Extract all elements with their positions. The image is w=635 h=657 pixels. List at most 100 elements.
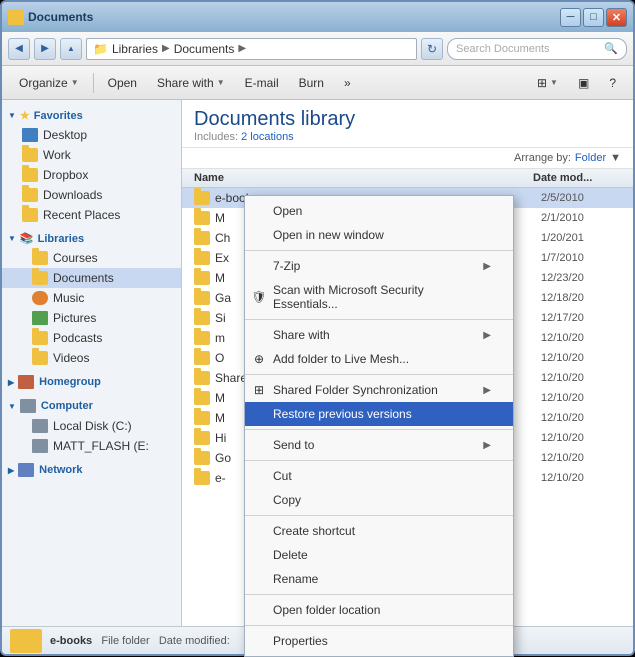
sidebar-item-downloads[interactable]: Downloads [2,185,181,205]
close-button[interactable]: ✕ [606,8,627,27]
column-header: Name Date mod... [182,169,633,188]
organize-button[interactable]: Organize ▼ [10,70,88,96]
file-folder-icon [194,291,210,305]
back-button[interactable]: ◀ [8,38,30,60]
burn-button[interactable]: Burn [290,70,333,96]
status-date-label: Date modified: [159,635,230,647]
file-date: 12/18/20 [541,292,621,304]
homegroup-label: Homegroup [39,376,101,388]
up-button[interactable]: ▲ [60,38,82,60]
breadcrumb-libraries[interactable]: Libraries [112,42,158,56]
maximize-button[interactable]: □ [583,8,604,27]
sidebar-item-music[interactable]: Music [2,288,181,308]
ctx-item-scan[interactable]: 🛡Scan with Microsoft Security Essentials… [245,278,513,316]
videos-icon [32,351,48,365]
minimize-button[interactable]: ─ [560,8,581,27]
file-folder-icon [194,191,210,205]
sidebar-favorites-header[interactable]: ▼ ★ Favorites [2,106,181,125]
sidebar-item-videos[interactable]: Videos [2,348,181,368]
sidebar-item-pictures-label: Pictures [53,311,96,325]
more-button[interactable]: » [335,70,360,96]
ctx-item-open[interactable]: Open [245,199,513,223]
recent-folder-icon [22,208,38,222]
forward-button[interactable]: ▶ [34,38,56,60]
computer-icon [20,399,36,413]
ctx-item-restore-versions[interactable]: Restore previous versions [245,402,513,426]
library-title: Documents library [194,108,621,131]
search-box[interactable]: Search Documents 🔍 [447,38,627,60]
ctx-item-open-folder-location[interactable]: Open folder location [245,598,513,622]
help-button[interactable]: ? [600,70,625,96]
email-button[interactable]: E-mail [236,70,288,96]
ctx-label-7zip: 7-Zip [273,259,300,273]
sidebar-homegroup-section: ▶ Homegroup [2,372,181,392]
sidebar-item-dropbox[interactable]: Dropbox [2,165,181,185]
file-folder-icon [194,351,210,365]
local-disk-icon [32,419,48,433]
sidebar-computer-header[interactable]: ▼ Computer [2,396,181,416]
ctx-label-open: Open [273,204,302,218]
sidebar-item-flash-label: MATT_FLASH (E: [53,439,149,453]
ctx-separator [245,429,513,430]
sidebar-libraries-header[interactable]: ▼ 📚 Libraries [2,229,181,248]
view-options-button[interactable]: ⊞ ▼ [528,70,567,96]
arrange-value[interactable]: Folder [575,152,606,164]
desktop-icon [22,128,38,142]
sidebar-homegroup-header[interactable]: ▶ Homegroup [2,372,181,392]
ctx-item-delete[interactable]: Delete [245,543,513,567]
sidebar-item-videos-label: Videos [53,351,89,365]
ctx-item-rename[interactable]: Rename [245,567,513,591]
ctx-item-copy[interactable]: Copy [245,488,513,512]
preview-icon: ▣ [578,76,589,90]
address-breadcrumb[interactable]: 📁 Libraries ▶ Documents ▶ [86,38,417,60]
documents-icon [32,271,48,285]
sidebar-item-courses[interactable]: Courses [2,248,181,268]
ctx-item-properties[interactable]: Properties [245,629,513,653]
ctx-item-send-to[interactable]: Send to▶ [245,433,513,457]
share-arrow: ▼ [217,78,225,87]
refresh-button[interactable]: ↻ [421,38,443,60]
ctx-label-add-live-mesh: Add folder to Live Mesh... [273,352,409,366]
sidebar-item-flash[interactable]: MATT_FLASH (E: [2,436,181,456]
share-with-button[interactable]: Share with ▼ [148,70,234,96]
ctx-item-add-live-mesh[interactable]: ⊕Add folder to Live Mesh... [245,347,513,371]
sidebar-item-work[interactable]: Work [2,145,181,165]
view-icon: ⊞ [537,76,547,90]
sidebar-item-pictures[interactable]: Pictures [2,308,181,328]
ctx-separator [245,625,513,626]
sidebar-item-downloads-label: Downloads [43,188,102,202]
sidebar-network-header[interactable]: ▶ Network [2,460,181,480]
ctx-item-cut[interactable]: Cut [245,464,513,488]
sidebar: ▼ ★ Favorites Desktop Work Dropbox [2,100,182,626]
ctx-item-7zip[interactable]: 7-Zip▶ [245,254,513,278]
sidebar-item-local-disk[interactable]: Local Disk (C:) [2,416,181,436]
view-arrow: ▼ [550,78,558,87]
organize-arrow: ▼ [71,78,79,87]
sidebar-item-desktop[interactable]: Desktop [2,125,181,145]
locations-link[interactable]: 2 locations [241,131,294,143]
ctx-label-rename: Rename [273,572,318,586]
open-button[interactable]: Open [99,70,146,96]
file-folder-icon [194,251,210,265]
podcasts-icon [32,331,48,345]
ctx-item-create-shortcut[interactable]: Create shortcut [245,519,513,543]
col-name: Name [194,172,533,184]
work-folder-icon [22,148,38,162]
ctx-label-send-to: Send to [273,438,314,452]
sidebar-item-podcasts[interactable]: Podcasts [2,328,181,348]
file-folder-icon [194,231,210,245]
ctx-item-share-with[interactable]: Share with▶ [245,323,513,347]
status-name: e-books [50,635,92,647]
preview-pane-button[interactable]: ▣ [569,70,598,96]
ctx-separator [245,319,513,320]
ctx-item-shared-sync[interactable]: ⊞Shared Folder Synchronization▶ [245,378,513,402]
sidebar-item-documents[interactable]: Documents [2,268,181,288]
sidebar-item-dropbox-label: Dropbox [43,168,88,182]
ctx-item-open-new-window[interactable]: Open in new window [245,223,513,247]
ctx-separator [245,594,513,595]
ctx-separator [245,250,513,251]
col-date: Date mod... [533,172,613,184]
sidebar-item-recent-places[interactable]: Recent Places [2,205,181,225]
ctx-label-delete: Delete [273,548,308,562]
breadcrumb-documents[interactable]: Documents [174,42,235,56]
